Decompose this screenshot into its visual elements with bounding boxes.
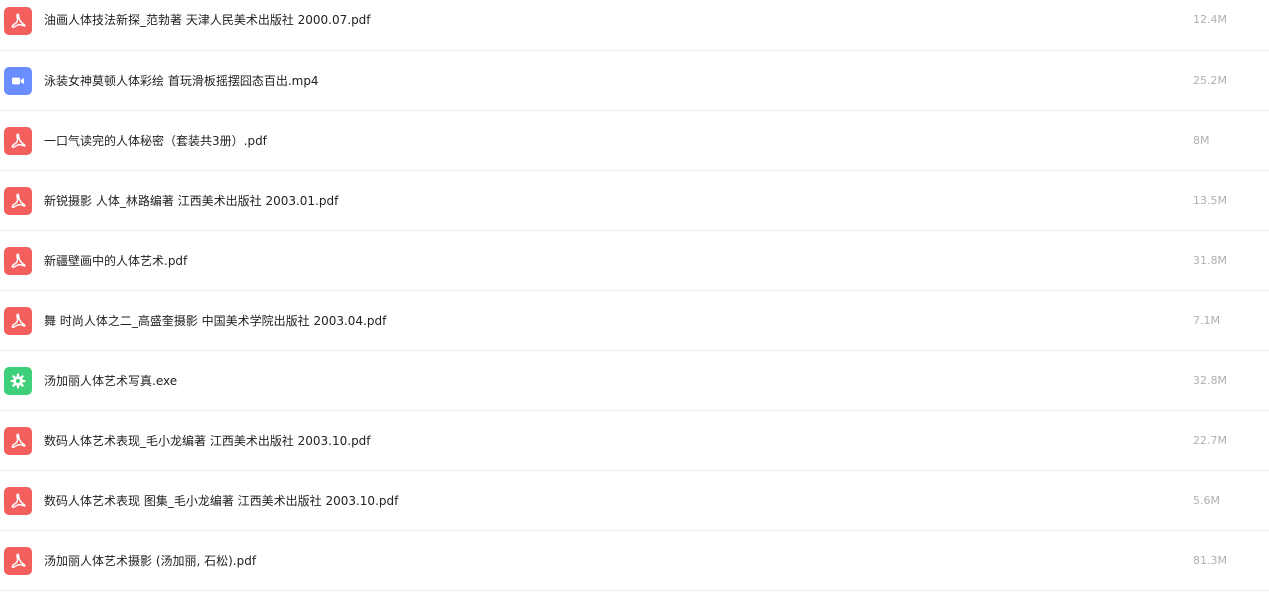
file-size: 7.1M xyxy=(1193,314,1220,327)
list-item[interactable]: 一口气读完的人体秘密（套装共3册）.pdf 8M xyxy=(0,111,1269,171)
file-size: 25.2M xyxy=(1193,74,1227,87)
list-item[interactable]: 油画人体技法新探_范勃著 天津人民美术出版社 2000.07.pdf 12.4M xyxy=(0,0,1269,51)
pdf-icon xyxy=(4,547,32,575)
file-name[interactable]: 新疆壁画中的人体艺术.pdf xyxy=(44,241,187,281)
file-size: 5.6M xyxy=(1193,494,1220,507)
video-icon xyxy=(4,67,32,95)
list-item[interactable]: 数码人体艺术表现_毛小龙编著 江西美术出版社 2003.10.pdf 22.7M xyxy=(0,411,1269,471)
file-name[interactable]: 汤加丽人体艺术写真.exe xyxy=(44,361,177,401)
file-name[interactable]: 汤加丽人体艺术摄影 (汤加丽, 石松).pdf xyxy=(44,541,256,581)
file-size: 22.7M xyxy=(1193,434,1227,447)
pdf-icon xyxy=(4,247,32,275)
list-item[interactable]: 泳装女神莫顿人体彩绘 首玩滑板摇摆囧态百出.mp4 25.2M xyxy=(0,51,1269,111)
gear-icon xyxy=(4,367,32,395)
file-name[interactable]: 油画人体技法新探_范勃著 天津人民美术出版社 2000.07.pdf xyxy=(44,0,371,40)
file-size: 32.8M xyxy=(1193,374,1227,387)
list-item[interactable]: 新锐摄影 人体_林路编著 江西美术出版社 2003.01.pdf 13.5M xyxy=(0,171,1269,231)
file-name[interactable]: 泳装女神莫顿人体彩绘 首玩滑板摇摆囧态百出.mp4 xyxy=(44,61,319,101)
pdf-icon xyxy=(4,7,32,35)
list-item[interactable]: 数码人体艺术表现 图集_毛小龙编著 江西美术出版社 2003.10.pdf 5.… xyxy=(0,471,1269,531)
file-size: 31.8M xyxy=(1193,254,1227,267)
file-name[interactable]: 舞 时尚人体之二_高盛奎摄影 中国美术学院出版社 2003.04.pdf xyxy=(44,301,386,341)
file-size: 81.3M xyxy=(1193,554,1227,567)
pdf-icon xyxy=(4,427,32,455)
file-size: 8M xyxy=(1193,134,1210,147)
file-name[interactable]: 数码人体艺术表现_毛小龙编著 江西美术出版社 2003.10.pdf xyxy=(44,421,371,461)
list-item[interactable]: 新疆壁画中的人体艺术.pdf 31.8M xyxy=(0,231,1269,291)
list-item[interactable]: 汤加丽人体艺术摄影 (汤加丽, 石松).pdf 81.3M xyxy=(0,531,1269,591)
file-list: 油画人体技法新探_范勃著 天津人民美术出版社 2000.07.pdf 12.4M… xyxy=(0,0,1269,596)
pdf-icon xyxy=(4,487,32,515)
file-name[interactable]: 新锐摄影 人体_林路编著 江西美术出版社 2003.01.pdf xyxy=(44,181,338,221)
list-item[interactable]: 舞 时尚人体之二_高盛奎摄影 中国美术学院出版社 2003.04.pdf 7.1… xyxy=(0,291,1269,351)
file-size: 12.4M xyxy=(1193,13,1227,26)
file-name[interactable]: 一口气读完的人体秘密（套装共3册）.pdf xyxy=(44,121,267,161)
file-size: 13.5M xyxy=(1193,194,1227,207)
pdf-icon xyxy=(4,307,32,335)
pdf-icon xyxy=(4,187,32,215)
file-name[interactable]: 数码人体艺术表现 图集_毛小龙编著 江西美术出版社 2003.10.pdf xyxy=(44,481,398,521)
list-item[interactable]: 汤加丽人体艺术写真.exe 32.8M xyxy=(0,351,1269,411)
pdf-icon xyxy=(4,127,32,155)
